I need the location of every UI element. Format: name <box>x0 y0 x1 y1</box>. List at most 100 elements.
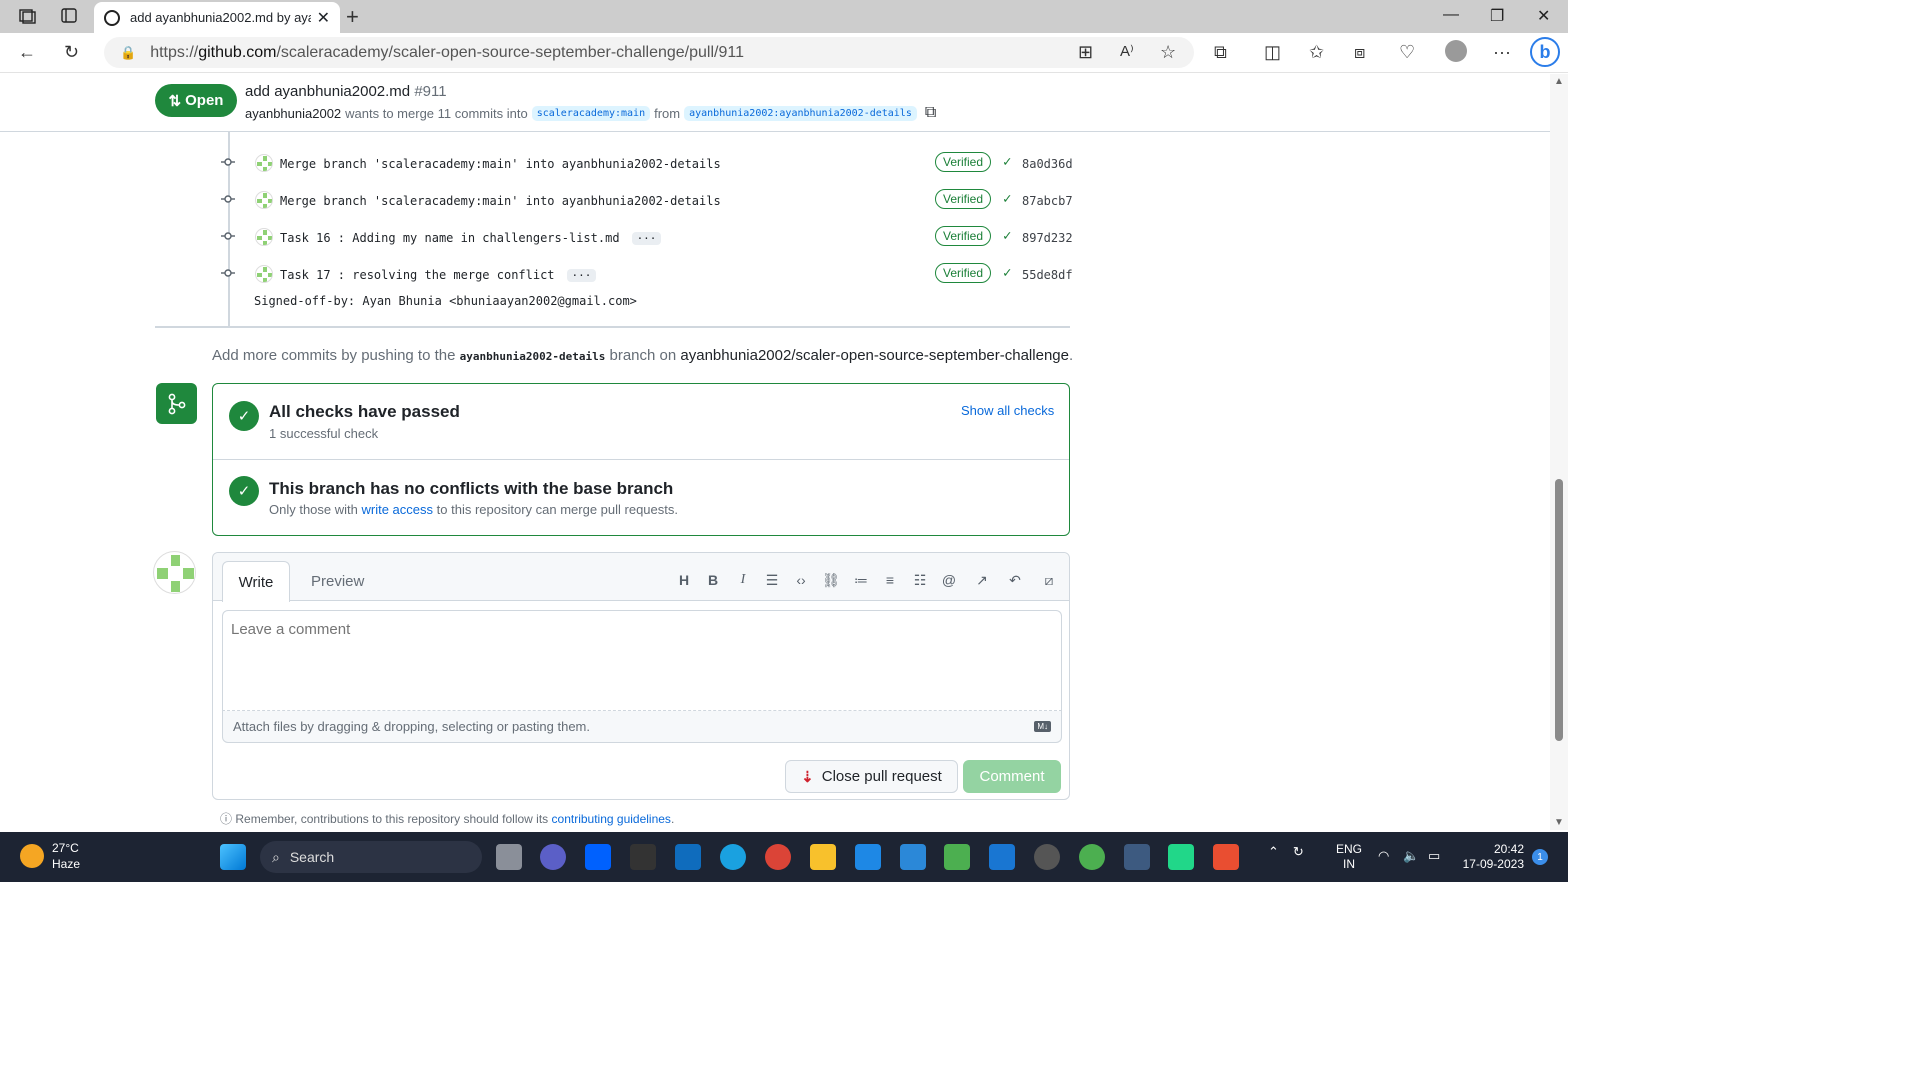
app-available-icon[interactable]: ⊞ <box>1078 42 1093 62</box>
close-pull-request-button[interactable]: ⇣ Close pull request <box>785 760 958 793</box>
app-icon[interactable] <box>1034 844 1060 870</box>
collections-icon[interactable]: ⧈ <box>1354 42 1365 62</box>
add-more-repo[interactable]: ayanbhunia2002/scaler-open-source-septem… <box>680 347 1069 364</box>
heading-icon[interactable]: H <box>674 572 694 588</box>
app-icon[interactable] <box>630 844 656 870</box>
commit-sha[interactable]: 8a0d36d <box>1022 157 1073 171</box>
more-menu-icon[interactable]: ··· <box>1493 42 1511 62</box>
show-all-checks-link[interactable]: Show all checks <box>961 403 1054 418</box>
extensions-icon[interactable]: ⧉ <box>1214 42 1227 62</box>
read-aloud-icon[interactable]: A⁾ <box>1120 42 1134 62</box>
restore-icon[interactable]: ❐ <box>1490 6 1504 26</box>
scroll-down-icon[interactable]: ▼ <box>1554 817 1564 828</box>
workspaces-icon[interactable] <box>18 8 36 24</box>
favorites-icon[interactable]: ✩ <box>1309 42 1324 62</box>
battery-icon[interactable]: ▭ <box>1428 848 1440 864</box>
chrome-icon[interactable] <box>765 844 791 870</box>
verified-badge[interactable]: Verified <box>935 226 992 246</box>
language-indicator[interactable]: ENG IN <box>1336 842 1362 872</box>
address-bar[interactable]: 🔒 https://github.com/scaleracademy/scale… <box>104 37 1194 68</box>
base-branch[interactable]: scaleracademy:main <box>531 105 651 121</box>
new-tab-icon[interactable]: + <box>346 4 359 30</box>
commit-sha[interactable]: 87abcb7 <box>1022 194 1073 208</box>
commit-avatar[interactable] <box>255 265 273 283</box>
sync-icon[interactable]: ↻ <box>1293 844 1304 860</box>
tab-actions-icon[interactable] <box>60 8 78 24</box>
git-icon[interactable] <box>1213 844 1239 870</box>
avatar[interactable] <box>153 551 196 594</box>
commit-avatar[interactable] <box>255 191 273 209</box>
verified-badge[interactable]: Verified <box>935 152 992 172</box>
cross-reference-icon[interactable]: ↗ <box>972 572 992 589</box>
notepad-icon[interactable] <box>989 844 1015 870</box>
app-icon[interactable] <box>1124 844 1150 870</box>
close-tab-icon[interactable]: ✕ <box>317 8 330 28</box>
pycharm-icon[interactable] <box>1168 844 1194 870</box>
commit-message[interactable]: Merge branch 'scaleracademy:main' into a… <box>280 194 721 208</box>
verified-badge[interactable]: Verified <box>935 263 992 283</box>
expand-commit-button[interactable]: ··· <box>566 269 597 282</box>
mail-icon[interactable] <box>675 844 701 870</box>
commit-sha[interactable]: 897d232 <box>1022 231 1073 245</box>
check-icon[interactable]: ✓ <box>1003 191 1011 207</box>
bold-icon[interactable]: B <box>703 572 723 588</box>
vscode-icon[interactable] <box>855 844 881 870</box>
write-access-link[interactable]: write access <box>362 502 434 517</box>
pr-author[interactable]: ayanbhunia2002 <box>245 106 341 121</box>
italic-icon[interactable]: I <box>733 572 753 588</box>
close-window-icon[interactable]: ✕ <box>1537 6 1550 26</box>
verified-badge[interactable]: Verified <box>935 189 992 209</box>
task-list-icon[interactable]: ☷ <box>910 572 930 589</box>
file-explorer-icon[interactable] <box>810 844 836 870</box>
commit-message[interactable]: Task 16 : Adding my name in challengers-… <box>280 231 662 245</box>
clock[interactable]: 20:42 17-09-2023 <box>1458 842 1524 872</box>
scrollbar-thumb[interactable] <box>1555 479 1563 741</box>
contributing-guidelines-link[interactable]: contributing guidelines <box>552 812 671 826</box>
comment-textarea[interactable] <box>222 610 1062 711</box>
commit-sha[interactable]: 55de8df <box>1022 268 1073 282</box>
profile-avatar-icon[interactable] <box>1445 40 1467 62</box>
notification-badge[interactable]: 1 <box>1532 849 1548 865</box>
chevron-up-icon[interactable]: ⌃ <box>1268 844 1279 860</box>
tab-preview[interactable]: Preview <box>311 573 364 590</box>
check-icon[interactable]: ✓ <box>1003 265 1011 281</box>
unordered-list-icon[interactable]: ≔ <box>851 572 871 589</box>
mention-icon[interactable]: @ <box>939 572 959 588</box>
browser-tab[interactable]: add ayanbhunia2002.md by ayan ✕ <box>94 2 340 33</box>
copy-icon[interactable]: ⧉ <box>925 104 936 122</box>
markdown-icon[interactable]: M↓ <box>1034 721 1051 732</box>
commit-avatar[interactable] <box>255 228 273 246</box>
app-icon[interactable] <box>1079 844 1105 870</box>
check-icon[interactable]: ✓ <box>1003 154 1011 170</box>
volume-muted-icon[interactable]: 🔈 <box>1403 848 1419 864</box>
slash-commands-icon[interactable]: ⧄ <box>1039 572 1059 589</box>
link-icon[interactable]: ⛓ <box>821 572 841 589</box>
app-icon[interactable] <box>944 844 970 870</box>
paint-icon[interactable] <box>900 844 926 870</box>
ordered-list-icon[interactable]: ≡ <box>880 572 900 588</box>
wifi-icon[interactable]: ◠ <box>1378 848 1389 864</box>
commit-message[interactable]: Task 17 : resolving the merge conflict ··… <box>280 268 597 282</box>
head-branch[interactable]: ayanbhunia2002:ayanbhunia2002-details <box>684 105 917 121</box>
undo-icon[interactable]: ↶ <box>1005 572 1025 589</box>
copilot-icon[interactable]: b <box>1530 37 1560 67</box>
teams-chat-icon[interactable] <box>540 844 566 870</box>
comment-button[interactable]: Comment <box>963 760 1061 793</box>
task-view-icon[interactable] <box>496 844 522 870</box>
edge-icon[interactable] <box>720 844 746 870</box>
tab-write[interactable]: Write <box>222 561 290 602</box>
check-icon[interactable]: ✓ <box>1003 228 1011 244</box>
dropbox-icon[interactable] <box>585 844 611 870</box>
back-icon[interactable]: ← <box>18 42 36 62</box>
start-icon[interactable] <box>220 844 246 870</box>
quote-icon[interactable]: ☰ <box>762 572 782 589</box>
attach-files-bar[interactable]: Attach files by dragging & dropping, sel… <box>222 711 1062 743</box>
refresh-icon[interactable]: ↻ <box>64 42 79 62</box>
expand-commit-button[interactable]: ··· <box>631 232 662 245</box>
page-scrollbar[interactable]: ▲ ▼ <box>1550 74 1568 830</box>
commit-avatar[interactable] <box>255 154 273 172</box>
commit-message[interactable]: Merge branch 'scaleracademy:main' into a… <box>280 157 721 171</box>
browser-essentials-icon[interactable]: ♡ <box>1399 42 1415 62</box>
weather-widget[interactable]: 27°C Haze <box>20 840 80 872</box>
minimize-icon[interactable]: — <box>1443 6 1459 24</box>
